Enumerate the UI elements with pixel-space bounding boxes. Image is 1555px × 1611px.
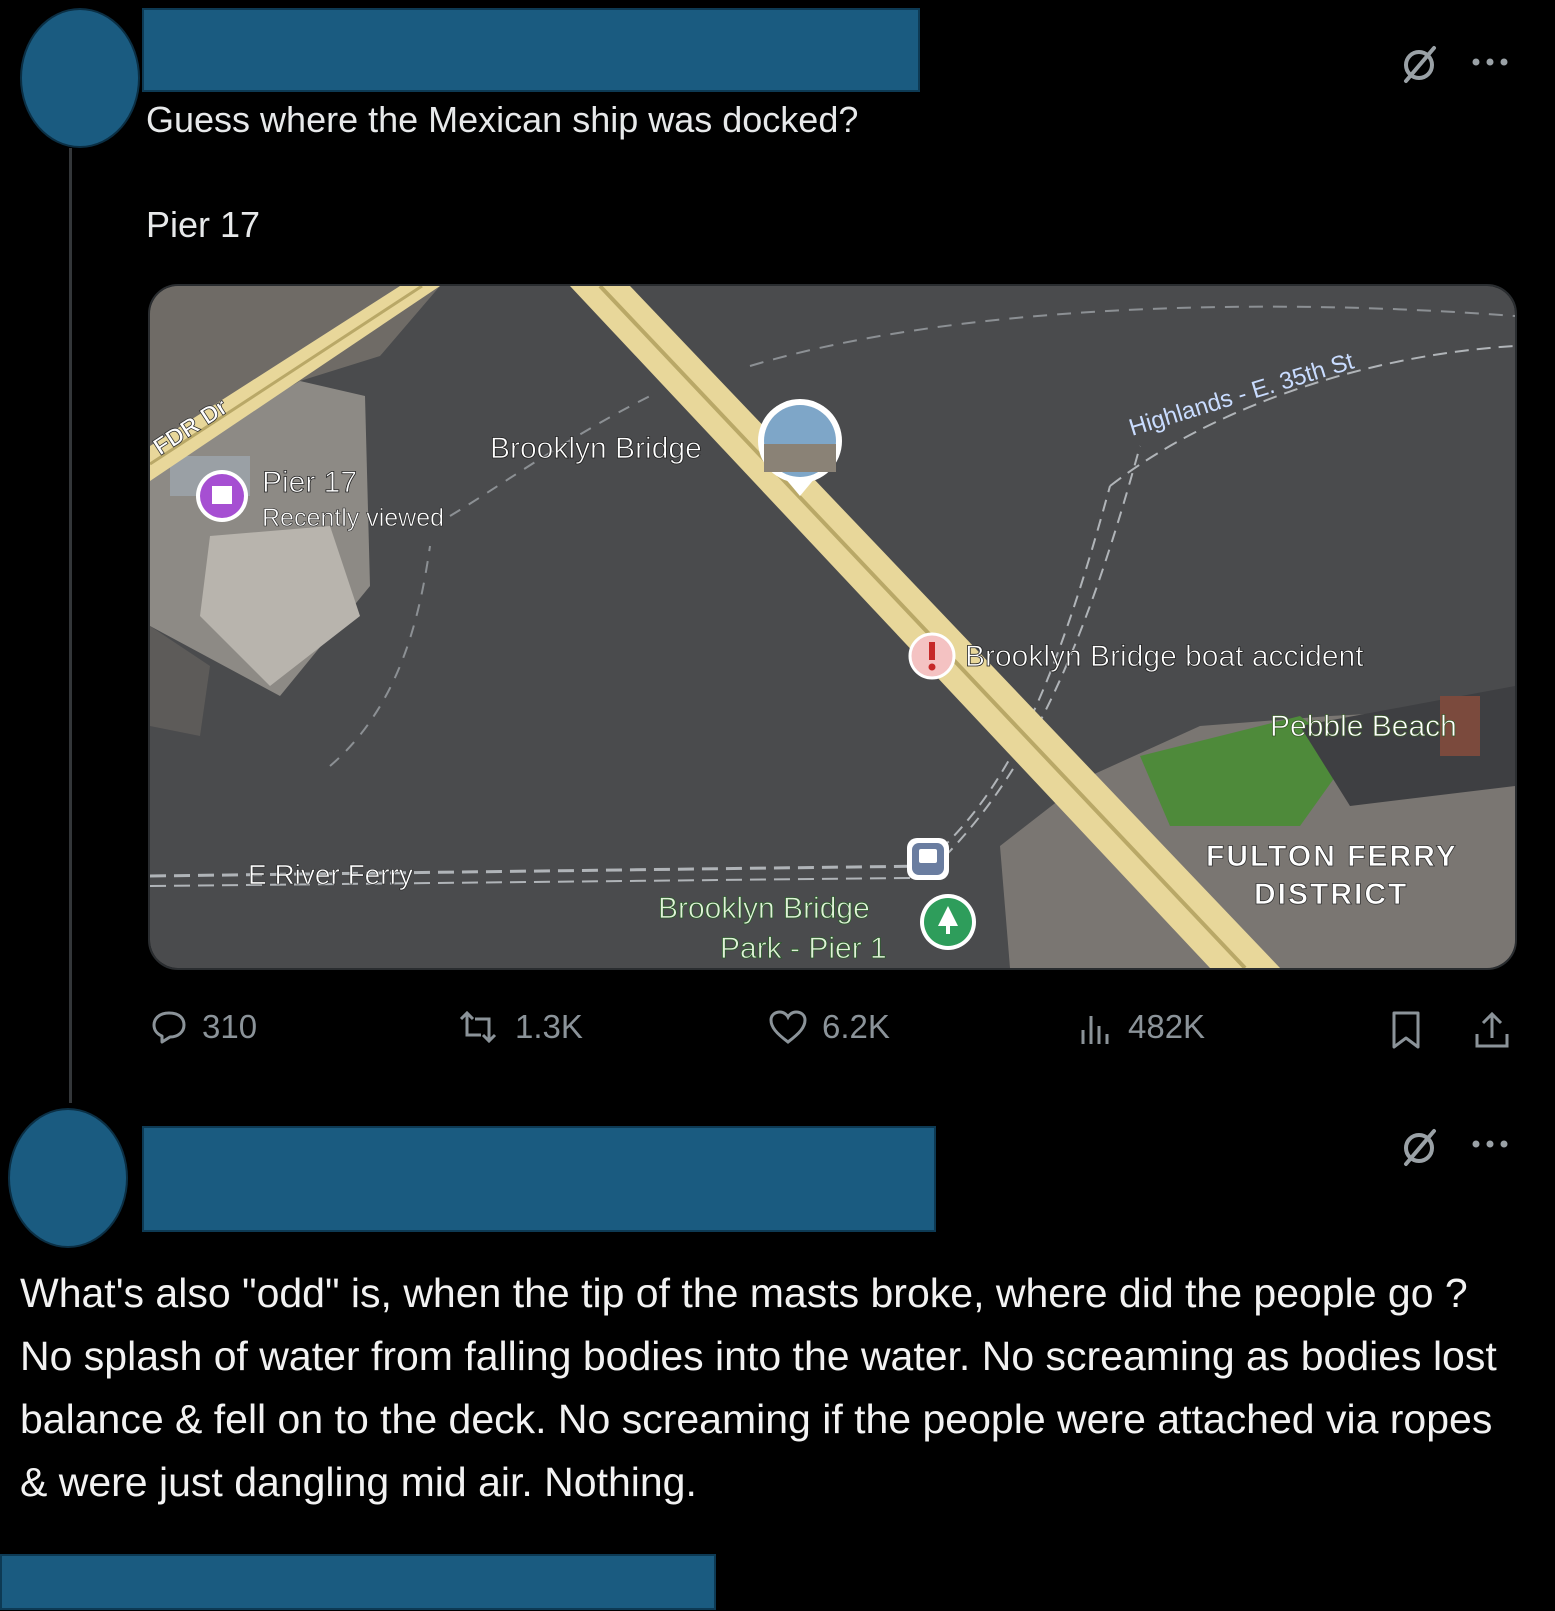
reply-icon [152, 1011, 186, 1044]
map-label-accident: Brooklyn Bridge boat accident [965, 640, 1364, 673]
views-count: 482K [1128, 1008, 1206, 1045]
map-label-recently-viewed: Recently viewed [262, 504, 444, 532]
repost-button[interactable]: 1.3K [455, 1008, 583, 1046]
avatar[interactable] [20, 8, 140, 148]
map-label-brooklyn-bridge: Brooklyn Bridge [490, 432, 702, 465]
bookmark-icon[interactable] [1386, 1008, 1426, 1052]
views-bar-chart-icon [1081, 1016, 1109, 1044]
share-icon[interactable] [1470, 1008, 1514, 1052]
repost-count: 1.3K [515, 1008, 583, 1045]
map-label-fulton1: FULTON FERRY [1206, 840, 1458, 873]
grok-slash-icon[interactable] [1395, 40, 1443, 88]
avatar[interactable] [8, 1108, 128, 1248]
reply-count: 310 [202, 1008, 258, 1045]
thread-connector-line [69, 148, 72, 1103]
like-count: 6.2K [822, 1008, 890, 1045]
map-label-fulton2: DISTRICT [1254, 878, 1408, 911]
like-button[interactable]: 6.2K [768, 1008, 890, 1046]
tweet-text-line1: Guess where the Mexican ship was docked? [146, 99, 859, 140]
map-label-pebble-beach: Pebble Beach [1270, 710, 1457, 743]
redacted-username [142, 1126, 936, 1232]
map-ferry-icon [907, 838, 949, 880]
grok-slash-icon[interactable] [1395, 1123, 1443, 1171]
redacted-username [142, 8, 920, 92]
reply-button[interactable]: 310 [150, 1008, 257, 1046]
map-label-bb-park2: Park - Pier 1 [720, 932, 887, 965]
map-park-pin-icon [920, 894, 976, 950]
map-alert-pin-icon [908, 632, 956, 680]
tweet-text-line2: Pier 17 [146, 204, 261, 245]
repost-icon [459, 1010, 497, 1044]
heart-icon [769, 1010, 807, 1044]
map-label-e-river-ferry: E River Ferry [248, 859, 413, 890]
tweet-text: What's also "odd" is, when the tip of th… [20, 1270, 1497, 1505]
views-button[interactable]: 482K [1078, 1008, 1205, 1046]
redacted-username [0, 1554, 716, 1610]
map-screenshot-image[interactable]: FDR Dr Brooklyn Bridge Pier 17 Recently … [148, 284, 1517, 970]
more-horizontal-icon[interactable] [1468, 44, 1512, 80]
map-pier17-pin-icon [196, 470, 248, 522]
map-label-bb-park: Brooklyn Bridge [658, 892, 870, 925]
more-horizontal-icon[interactable] [1468, 1126, 1512, 1162]
map-label-pier17: Pier 17 [262, 466, 357, 499]
